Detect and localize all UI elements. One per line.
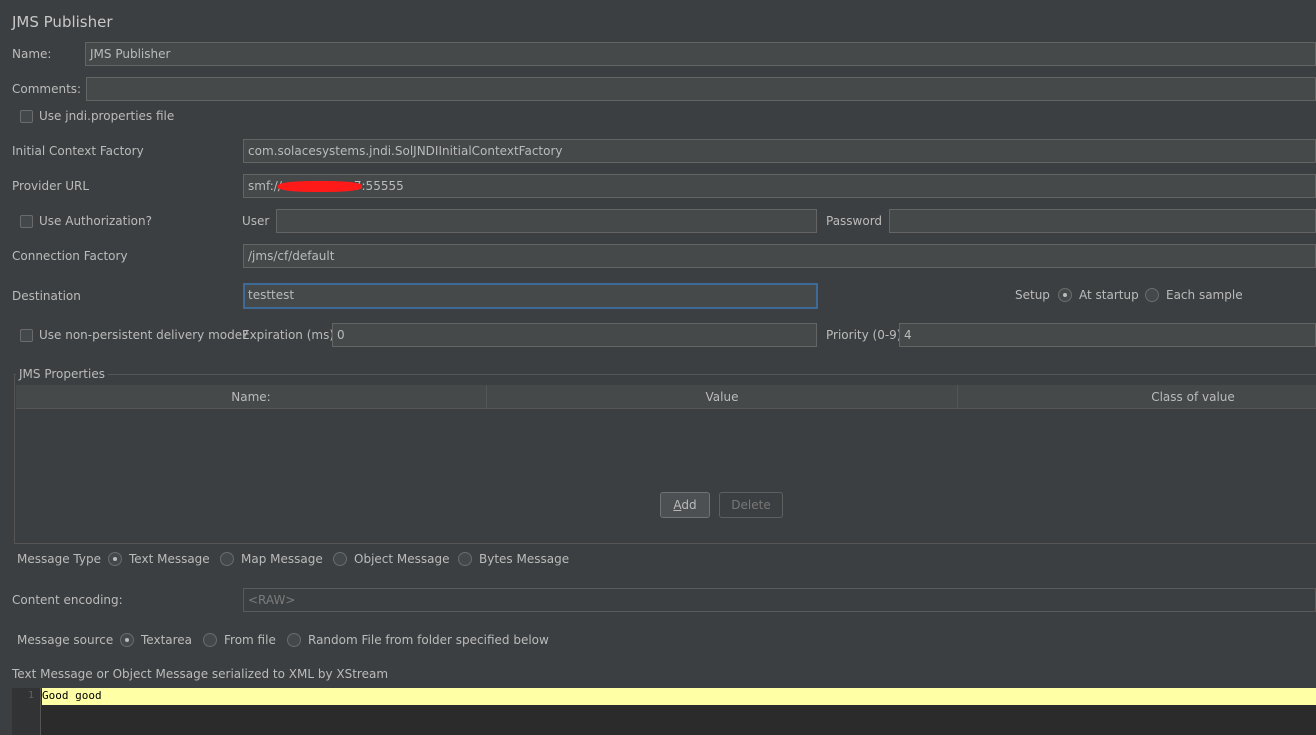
destination-field[interactable]: testtest <box>243 283 818 309</box>
priority-label: Priority (0-9) <box>826 328 902 342</box>
text-message-editor[interactable]: 1 Good good <box>12 688 1316 735</box>
user-label: User <box>242 214 270 228</box>
text-message-label: Text Message or Object Message serialize… <box>12 667 389 681</box>
password-label: Password <box>826 214 883 228</box>
use-jndi-checkbox[interactable] <box>20 110 33 123</box>
message-source-file-label: From file <box>224 633 276 647</box>
column-header-name[interactable]: Name: <box>16 385 487 409</box>
page-title: JMS Publisher <box>12 13 113 31</box>
message-type-map-radio[interactable] <box>220 552 234 566</box>
column-header-value[interactable]: Value <box>487 385 958 409</box>
connection-factory-field[interactable]: /jms/cf/default <box>243 244 1316 268</box>
setup-each-sample-label: Each sample <box>1166 288 1243 302</box>
message-source-label: Message source <box>17 633 114 647</box>
redaction-mark <box>278 181 362 192</box>
delete-button[interactable]: Delete <box>719 492 783 518</box>
setup-at-startup-label: At startup <box>1079 288 1139 302</box>
jms-properties-table-header: Name: Value Class of value <box>16 385 1316 409</box>
non-persistent-checkbox[interactable] <box>20 329 33 342</box>
column-header-class-of-value[interactable]: Class of value <box>958 385 1316 409</box>
name-field[interactable]: JMS Publisher <box>85 42 1316 66</box>
message-type-bytes-radio[interactable] <box>458 552 472 566</box>
message-source-textarea-radio[interactable] <box>120 633 134 647</box>
add-button[interactable]: Add <box>660 492 710 518</box>
expiration-field[interactable]: 0 <box>332 323 817 347</box>
jms-properties-table-body[interactable] <box>16 410 1316 490</box>
message-source-textarea-label: Textarea <box>141 633 193 647</box>
initial-context-factory-label: Initial Context Factory <box>12 144 144 158</box>
setup-each-sample-radio[interactable] <box>1145 288 1159 302</box>
user-field[interactable] <box>276 209 817 233</box>
message-type-object-radio[interactable] <box>333 552 347 566</box>
current-line-highlight <box>42 688 1316 705</box>
message-type-text-label: Text Message <box>129 552 210 566</box>
provider-url-label: Provider URL <box>12 179 90 193</box>
setup-label: Setup <box>1015 288 1050 302</box>
comments-field[interactable] <box>86 77 1316 101</box>
priority-field[interactable]: 4 <box>899 323 1316 347</box>
setup-at-startup-radio[interactable] <box>1058 288 1072 302</box>
provider-url-field[interactable]: smf://7:55555 <box>243 174 1316 198</box>
message-type-label: Message Type <box>17 552 101 566</box>
content-encoding-label: Content encoding: <box>12 593 123 607</box>
message-type-object-label: Object Message <box>354 552 450 566</box>
message-type-text-radio[interactable] <box>108 552 122 566</box>
connection-factory-label: Connection Factory <box>12 249 128 263</box>
comments-label: Comments: <box>12 82 82 96</box>
add-button-label: dd <box>681 498 697 512</box>
message-source-folder-label: Random File from folder specified below <box>308 633 549 647</box>
message-source-folder-radio[interactable] <box>287 633 301 647</box>
jms-properties-title: JMS Properties <box>16 367 108 381</box>
expiration-label: Expiration (ms) <box>242 328 335 342</box>
name-label: Name: <box>12 47 52 61</box>
message-type-map-label: Map Message <box>241 552 323 566</box>
message-type-bytes-label: Bytes Message <box>479 552 570 566</box>
use-jndi-label: Use jndi.properties file <box>39 109 175 123</box>
non-persistent-label: Use non-persistent delivery mode? <box>39 328 249 342</box>
destination-label: Destination <box>12 289 81 303</box>
line-number-gutter: 1 <box>12 688 41 735</box>
provider-url-prefix: smf:// <box>248 179 282 193</box>
text-message-content[interactable]: Good good <box>42 688 102 705</box>
initial-context-factory-field[interactable]: com.solacesystems.jndi.SolJNDIInitialCon… <box>243 139 1316 163</box>
content-encoding-select[interactable]: <RAW> <box>243 588 1316 612</box>
password-field[interactable] <box>889 209 1316 233</box>
use-authorization-checkbox[interactable] <box>20 215 33 228</box>
use-authorization-label: Use Authorization? <box>39 214 152 228</box>
message-source-file-radio[interactable] <box>203 633 217 647</box>
